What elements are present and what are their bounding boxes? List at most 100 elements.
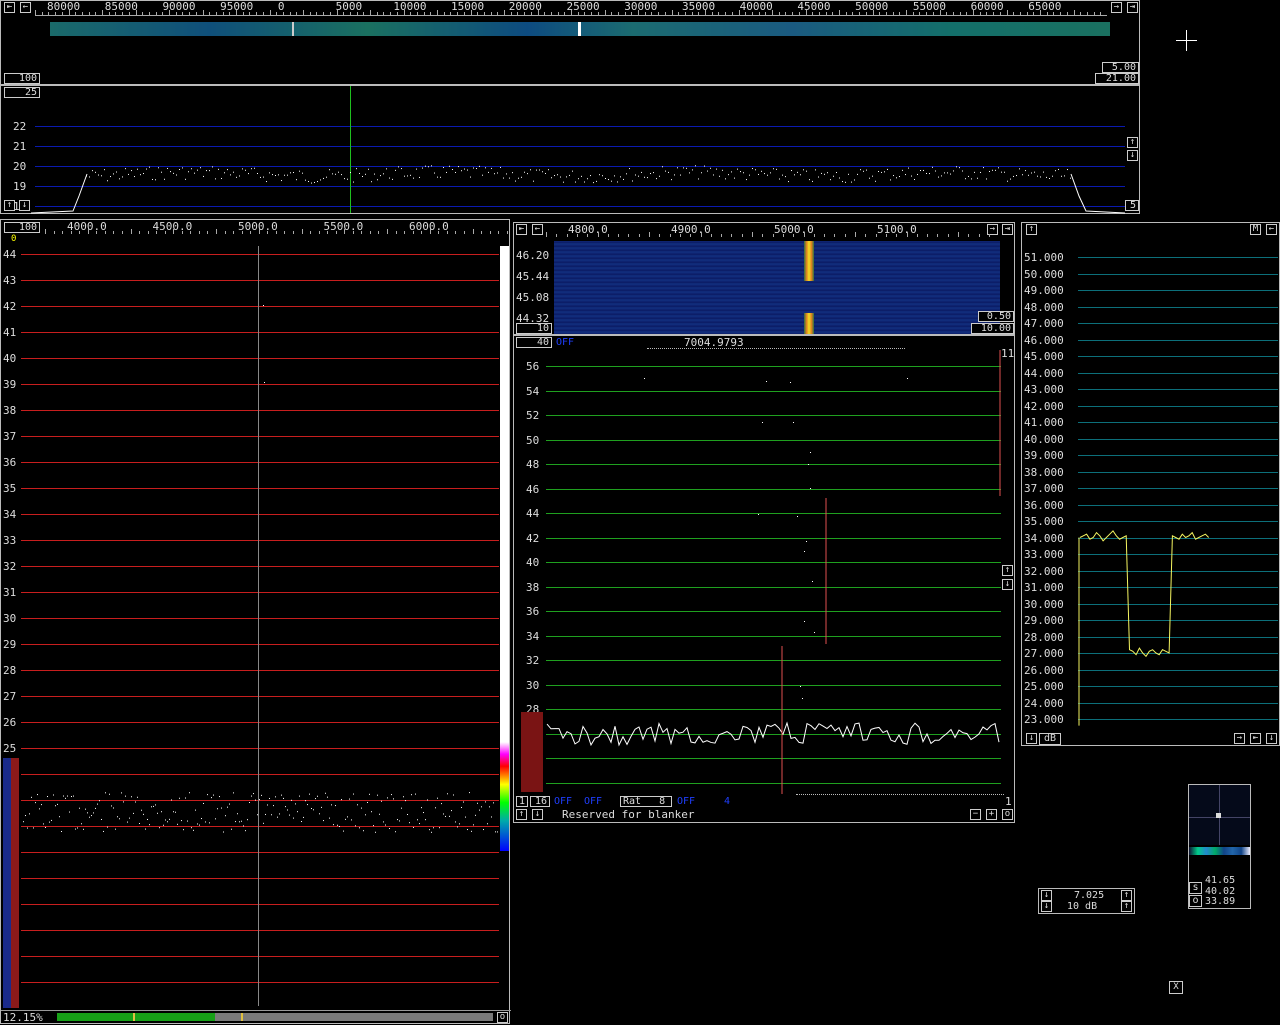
baseband-progress-fill (57, 1013, 215, 1021)
hires-freq-tick (679, 234, 681, 237)
wide-freq-tick (765, 12, 767, 15)
baseband-trace-point (155, 804, 156, 806)
small-s-label[interactable]: s (1189, 882, 1202, 894)
hires-freq-tick (824, 234, 826, 237)
wide-freq-tick (919, 12, 921, 15)
wide-trace-point (533, 180, 534, 182)
hires-bottom-off-3[interactable]: OFF (677, 796, 695, 807)
hires-graph-up-button[interactable]: ↑ (1002, 565, 1013, 576)
hires-bottom-up-button[interactable]: ↑ (516, 809, 527, 820)
baseband-trace-point (469, 792, 470, 794)
wide-trace-point (248, 173, 249, 175)
small-o-label[interactable]: o (1189, 895, 1202, 907)
baseband-trace-point (493, 802, 494, 804)
wide-trace-point (647, 177, 648, 179)
wide-trace-point (335, 173, 336, 175)
wide-trace-point (959, 167, 960, 169)
wide-right-box-1[interactable]: 5.00 (1102, 62, 1139, 73)
gain-down-button[interactable]: ↓ (1041, 901, 1052, 912)
baseband-trace-point (179, 797, 180, 799)
hires-rat-value: 8 (659, 796, 666, 807)
wide-trace-point (767, 174, 768, 176)
wide-freq-tick (437, 10, 438, 15)
right-arrow-button[interactable]: ⇥ (1127, 2, 1138, 13)
s-meter-db-label[interactable]: dB (1039, 733, 1061, 745)
wide-trace-point (188, 171, 189, 173)
wide-trace-point (659, 175, 660, 177)
s-meter-down-button[interactable]: ↓ (1026, 733, 1037, 744)
wide-trace-point (239, 175, 240, 177)
hires-bottom-down-button[interactable]: ↓ (532, 809, 543, 820)
baseband-trace-point (461, 806, 462, 808)
left-arrow-button[interactable]: ⇤ (4, 2, 15, 13)
wide-freq-tick (1080, 12, 1082, 15)
scroll-left-button[interactable]: ← (20, 2, 31, 13)
s-meter-end-button[interactable]: ⇤ (1250, 733, 1261, 744)
wide-freq-tick (504, 10, 505, 15)
freq-up-button[interactable]: ↑ (1121, 890, 1132, 901)
freq-down-button[interactable]: ↓ (1041, 890, 1052, 901)
hires-freq-tick (649, 232, 650, 237)
scroll-right-button[interactable]: → (1111, 2, 1122, 13)
wide-right-box-2[interactable]: 21.00 (1095, 73, 1139, 84)
wide-trace-point (929, 173, 930, 175)
baseband-trace-point (327, 796, 328, 798)
baseband-trace-point (215, 818, 216, 820)
level-up-button[interactable]: ↑ (4, 200, 15, 211)
hires-bottom-box-16[interactable]: 16 (530, 796, 550, 807)
hires-bottom-blue-number[interactable]: 4 (724, 796, 730, 807)
wide-freq-tick (329, 12, 331, 15)
hires-freq-tick (638, 234, 640, 237)
hires-right-fast-button[interactable]: ⇥ (1002, 224, 1013, 235)
hires-signal-trace (804, 313, 814, 334)
wide-trace-point (989, 170, 990, 172)
wide-bottom-right-box[interactable]: 5 (1125, 200, 1139, 211)
wide-trace-point (848, 173, 849, 175)
baseband-trace-point (495, 831, 496, 833)
hires-freq-tick (772, 234, 774, 237)
wide-trace-point (1016, 175, 1017, 177)
wide-gain-box[interactable]: 100 (4, 73, 40, 84)
wide-trace-point (161, 171, 162, 173)
level-down-button[interactable]: ↓ (19, 200, 30, 211)
baseband-trace-point (435, 807, 436, 809)
hires-waterfall-left-box[interactable]: 10 (516, 323, 552, 334)
gain-up-button[interactable]: ↑ (1121, 901, 1132, 912)
wide-trace-point (1028, 174, 1029, 176)
hires-bottom-off-2[interactable]: OFF (584, 796, 602, 807)
hires-rat-box[interactable]: Rat 8 (620, 796, 672, 807)
baseband-trace-point (211, 797, 212, 799)
wide-trace-point (500, 166, 501, 168)
baseband-trace-point (23, 821, 24, 823)
wide-freq-tick (772, 10, 773, 15)
hires-waterfall-right-box-1[interactable]: 0.50 (978, 311, 1014, 322)
baseband-trace-point (447, 793, 448, 795)
baseband-corner-button[interactable]: o (497, 1012, 508, 1023)
wide-freq-tick (370, 10, 371, 15)
s-meter-right-button[interactable]: → (1234, 733, 1245, 744)
s-meter-down2-button[interactable]: ↓ (1266, 733, 1277, 744)
wide-trace-point (944, 172, 945, 174)
wide-trace-point (530, 169, 531, 171)
wide-trace-point (791, 170, 792, 172)
wide-trace-point (167, 167, 168, 169)
hires-o-button[interactable]: o (1002, 809, 1013, 820)
zoom-up-button[interactable]: ↑ (1127, 137, 1138, 148)
hires-waterfall-right-box-2[interactable]: 10.00 (971, 323, 1014, 334)
hires-bottom-off-1[interactable]: OFF (554, 796, 572, 807)
hires-plus-button[interactable]: + (986, 809, 997, 820)
zoom-down-button[interactable]: ↓ (1127, 150, 1138, 161)
wide-trace-point (755, 169, 756, 171)
waterfall-marker (578, 22, 581, 36)
hires-minus-button[interactable]: − (970, 809, 981, 820)
hires-bottom-box-1[interactable]: 1 (516, 796, 528, 807)
wide-freq-tick (879, 12, 881, 15)
wide-trace-point (386, 168, 387, 170)
wide-trace-point (662, 166, 663, 168)
wide-trace-point (89, 176, 90, 178)
wide-freq-tick (812, 12, 814, 15)
baseband-trace-point (113, 807, 114, 809)
hires-graph-down-button[interactable]: ↓ (1002, 579, 1013, 590)
close-button[interactable]: X (1169, 981, 1183, 994)
baseband-trace-point (195, 809, 196, 811)
